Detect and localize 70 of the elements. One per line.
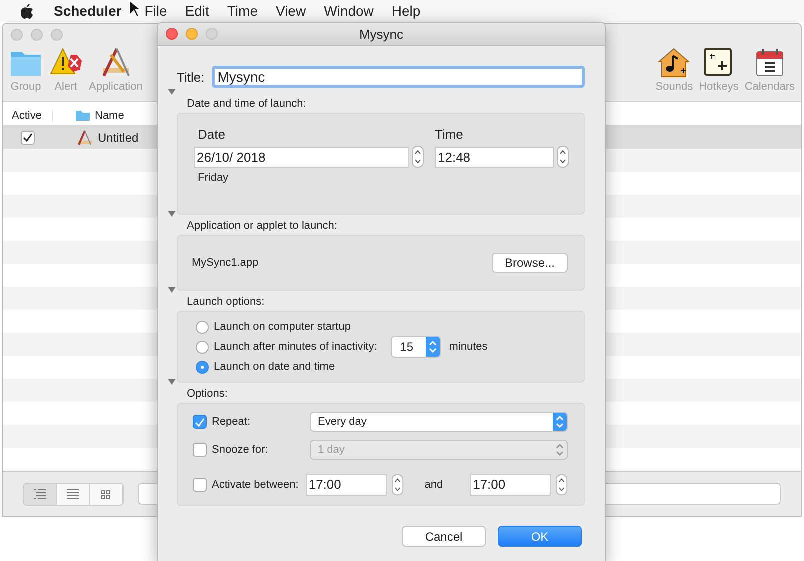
- toolbar-label: Application: [89, 81, 143, 93]
- section-label: Launch options:: [186, 296, 265, 308]
- option-label: Launch on date and time: [214, 361, 336, 373]
- view-button[interactable]: [24, 484, 57, 504]
- cancel-button[interactable]: Cancel: [402, 526, 486, 547]
- file-name: MySync1.app: [192, 257, 259, 269]
- pencil-ruler-icon: [77, 130, 93, 146]
- window-button[interactable]: [166, 28, 178, 40]
- option-label: Repeat:: [212, 416, 252, 428]
- toolbar-label: Group: [10, 81, 42, 93]
- field-label: Date: [197, 127, 226, 142]
- checkbox[interactable]: [193, 478, 207, 492]
- input-field[interactable]: Mysync: [212, 66, 585, 88]
- up-down-icon: [426, 337, 440, 357]
- dropdown[interactable]: Every day: [310, 412, 568, 432]
- section-label: Options:: [186, 388, 228, 400]
- weekday-label: Friday: [197, 172, 230, 184]
- up-down-icon: [553, 413, 567, 431]
- stepper-icon[interactable]: [556, 474, 568, 496]
- table-cell: Untitled: [98, 130, 139, 144]
- radio-button[interactable]: [196, 340, 209, 354]
- apple-icon[interactable]: [20, 3, 34, 19]
- radio-button[interactable]: [196, 320, 209, 334]
- time-field[interactable]: 17:00: [306, 474, 388, 496]
- checkbox[interactable]: [20, 130, 34, 144]
- menu-item[interactable]: Window: [324, 3, 374, 19]
- option-label: Activate between:: [212, 478, 299, 490]
- menu-item[interactable]: Help: [392, 3, 421, 19]
- option-label: Launch after minutes of inactivity:: [214, 341, 378, 353]
- view-switcher[interactable]: [23, 482, 124, 506]
- section-label: Application or applet to launch:: [186, 220, 338, 232]
- toolbar-label: Calendars: [744, 81, 795, 93]
- browse-button[interactable]: Browse...: [492, 253, 568, 273]
- time-field[interactable]: 12:48: [435, 146, 554, 168]
- toolbar-label: Hotkeys: [699, 81, 739, 93]
- column-header[interactable]: Active: [3, 110, 53, 122]
- date-field[interactable]: 26/10/ 2018: [194, 146, 409, 168]
- radio-button[interactable]: [196, 360, 209, 374]
- section-label: Date and time of launch:: [186, 98, 306, 110]
- menu-item[interactable]: View: [276, 3, 306, 19]
- disclosure-icon[interactable]: [167, 210, 177, 218]
- view-button[interactable]: [90, 484, 123, 504]
- field-label: Time: [435, 127, 464, 142]
- and-label: and: [424, 478, 444, 490]
- column-header[interactable]: Name: [53, 109, 124, 122]
- app-menu[interactable]: Scheduler: [54, 3, 122, 19]
- disclosure-icon[interactable]: [167, 88, 177, 96]
- folder-icon: [75, 109, 91, 122]
- checkmark-icon: [22, 133, 32, 142]
- title-label: Title:: [177, 70, 205, 84]
- house-note-icon: [657, 46, 692, 78]
- disclosure-icon[interactable]: [167, 378, 177, 386]
- menu-item[interactable]: File: [144, 3, 168, 19]
- toolbar-label: Sounds: [656, 81, 694, 93]
- number-stepper[interactable]: 15: [391, 336, 442, 358]
- window-title: Mysync: [359, 26, 404, 42]
- unit-label: minutes: [449, 341, 488, 353]
- toolbar-label: Alert: [54, 81, 78, 93]
- checkmark-icon: [195, 418, 205, 426]
- time-field[interactable]: 17:00: [470, 474, 552, 496]
- option-label: Snooze for:: [212, 444, 270, 456]
- stepper-icon[interactable]: [392, 474, 404, 496]
- disclosure-icon[interactable]: [167, 286, 177, 294]
- view-button[interactable]: [57, 484, 90, 504]
- option-label: Launch on computer startup: [214, 321, 351, 333]
- menu-item[interactable]: Edit: [185, 3, 210, 19]
- checkbox[interactable]: [193, 415, 207, 429]
- stepper-icon[interactable]: [557, 146, 569, 168]
- menu-item[interactable]: Time: [227, 3, 258, 19]
- stepper-icon[interactable]: [412, 146, 424, 168]
